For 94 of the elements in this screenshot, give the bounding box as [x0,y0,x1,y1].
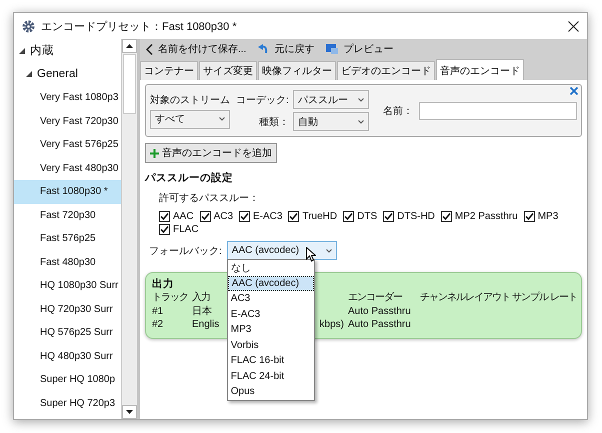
table-cell: Auto Passthru [348,304,411,318]
monitor-icon [326,44,338,54]
tree-item[interactable]: HQ 480p30 Surr [14,344,121,368]
tab[interactable]: 映像フィルター [258,61,336,80]
checkbox-label: E-AC3 [253,211,282,222]
chevron-down-icon [358,120,364,124]
column-header: チャンネルレイアウト [420,291,510,304]
tree-item[interactable]: Very Fast 480p30 [14,156,121,180]
add-audio-button[interactable]: 音声のエンコードを追加 [145,143,277,163]
expanded-triangle-icon[interactable] [26,71,32,78]
table-cell: #2 [152,318,164,332]
tree-item[interactable]: Fast 480p30 [14,250,121,274]
section-title: パススルーの設定 [145,171,234,185]
close-icon[interactable] [568,20,579,32]
tab[interactable]: コンテナー [140,61,198,80]
tree-item[interactable]: Fast 720p30 [14,204,121,227]
codec-label: コーデック: [236,94,289,106]
column-header: トラック [152,291,188,304]
dropdown-option[interactable]: FLAC 16-bit [228,353,314,368]
checkbox[interactable] [288,211,300,222]
name-label: 名前： [382,104,413,118]
tab[interactable]: 音声のエンコード [436,59,524,80]
back-chevron-icon [146,44,153,54]
checkbox[interactable] [343,211,354,222]
gear-icon [22,20,35,32]
column-header: エンコーダー [348,291,402,304]
tab[interactable]: ビデオのエンコード [337,61,435,80]
output-title: 出力 [152,277,174,291]
tree-item[interactable]: General [14,62,121,86]
tree-item[interactable]: HQ 576p25 Surr [14,321,121,344]
dropdown-option[interactable]: Vorbis [228,338,314,353]
expanded-triangle-icon[interactable] [19,48,25,54]
type-dropdown[interactable]: 自動 [292,112,369,131]
tree-item[interactable]: HQ 1080p30 Surr [14,274,121,298]
tab[interactable]: サイズ変更 [199,61,257,80]
table-cell: Auto Passthru [348,318,411,332]
fallback-label: フォールバック: [149,244,222,258]
checkbox[interactable] [159,224,170,235]
passthru-label: 許可するパススルー： [158,192,260,205]
checkbox-label: MP2 Passthru [454,211,518,222]
tree-item[interactable]: Very Fast 1080p3 [14,86,121,110]
scrollbar[interactable] [121,39,137,419]
checkbox[interactable] [239,211,250,222]
name-field[interactable] [418,102,577,120]
checkbox[interactable] [159,211,170,222]
table-cell: 日本 [192,304,212,318]
chevron-down-icon [326,248,332,252]
checkbox-label: AC3 [214,211,234,222]
checkbox[interactable] [440,211,452,222]
tree-item[interactable]: Super HQ 720p3 [14,392,121,415]
checkbox[interactable] [524,211,535,222]
dropdown-option[interactable]: なし [228,260,314,276]
stream-dropdown[interactable]: すべて [150,110,230,128]
checkbox-label: AAC [173,211,194,222]
toolbar-button[interactable]: 元に戻す [258,42,314,56]
scrollbar-thumb[interactable] [123,54,136,114]
checkbox-label: MP3 [538,211,558,222]
checkbox-label: TrueHD [302,211,338,222]
table-cell: kbps) [320,318,344,332]
checkbox[interactable] [383,211,394,222]
type-label: 種類： [258,116,289,128]
column-header: 入力 [192,291,210,304]
column-header: サンプル レート [512,291,577,304]
scroll-down-arrow-icon[interactable] [126,410,133,414]
table-cell: #1 [152,304,164,318]
chevron-down-icon [219,117,225,121]
toolbar-button[interactable]: プレビュー [326,42,394,56]
window-title: エンコードプリセット：Fast 1080p30 * [41,20,238,34]
dropdown-option[interactable]: AAC (avcodec) [228,276,314,291]
scroll-up-arrow-icon[interactable] [126,44,133,48]
tree-item[interactable]: Very Fast 576p25 [14,133,121,156]
checkbox-label: DTS-HD [397,211,435,222]
plus-icon [150,148,159,158]
undo-arrow-icon [258,44,270,54]
toolbar-button[interactable]: 名前を付けて保存... [146,42,246,56]
dropdown-option[interactable]: E-AC3 [228,306,314,322]
dropdown-option[interactable]: Opus [228,384,314,400]
fallback-dropdown[interactable]: AAC (avcodec) [226,241,337,260]
checkbox-label: FLAC [173,224,199,235]
dropdown-option[interactable]: MP3 [228,322,314,338]
tree-item[interactable]: HQ 720p30 Surr [14,298,121,321]
dropdown-option[interactable]: FLAC 24-bit [228,368,314,384]
chevron-down-icon [358,98,364,102]
stream-label: 対象のストリーム [150,94,230,106]
tree-item[interactable]: Very Fast 720p30 [14,110,121,133]
checkbox-label: DTS [357,211,378,222]
tree-item[interactable]: Fast 1080p30 * [14,180,121,204]
table-cell: Englis [192,318,220,332]
codec-dropdown[interactable]: パススルー [292,90,369,109]
tree-item[interactable]: Super HQ 1080p [14,368,121,392]
tree-item[interactable]: Fast 576p25 [14,227,121,250]
dropdown-option[interactable]: AC3 [228,291,314,306]
tree-item[interactable]: 内蔵 [14,39,121,62]
checkbox[interactable] [200,211,211,222]
